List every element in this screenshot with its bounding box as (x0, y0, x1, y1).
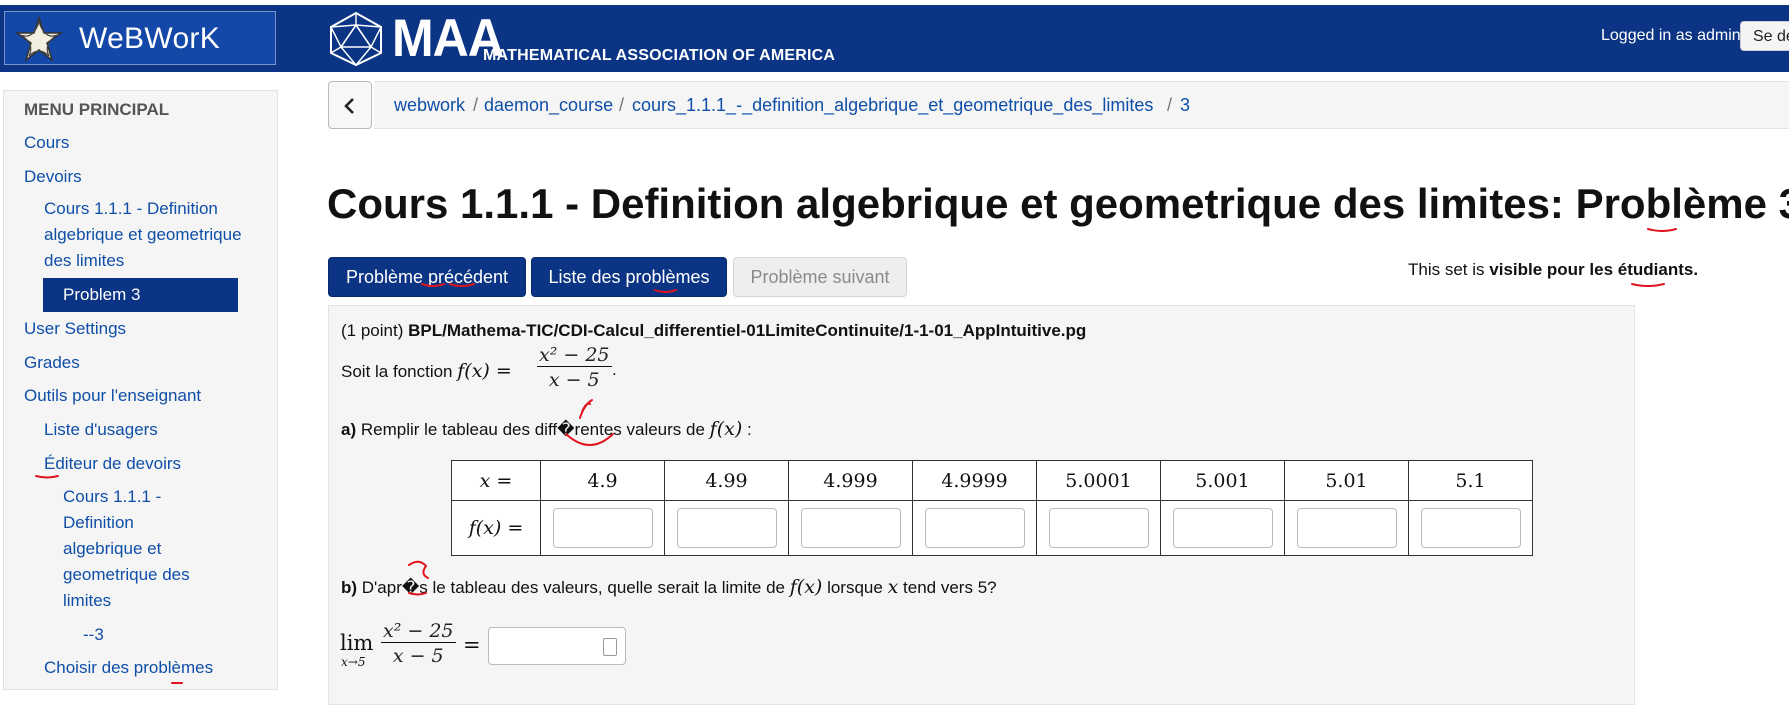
red-annotations (35, 228, 1677, 684)
